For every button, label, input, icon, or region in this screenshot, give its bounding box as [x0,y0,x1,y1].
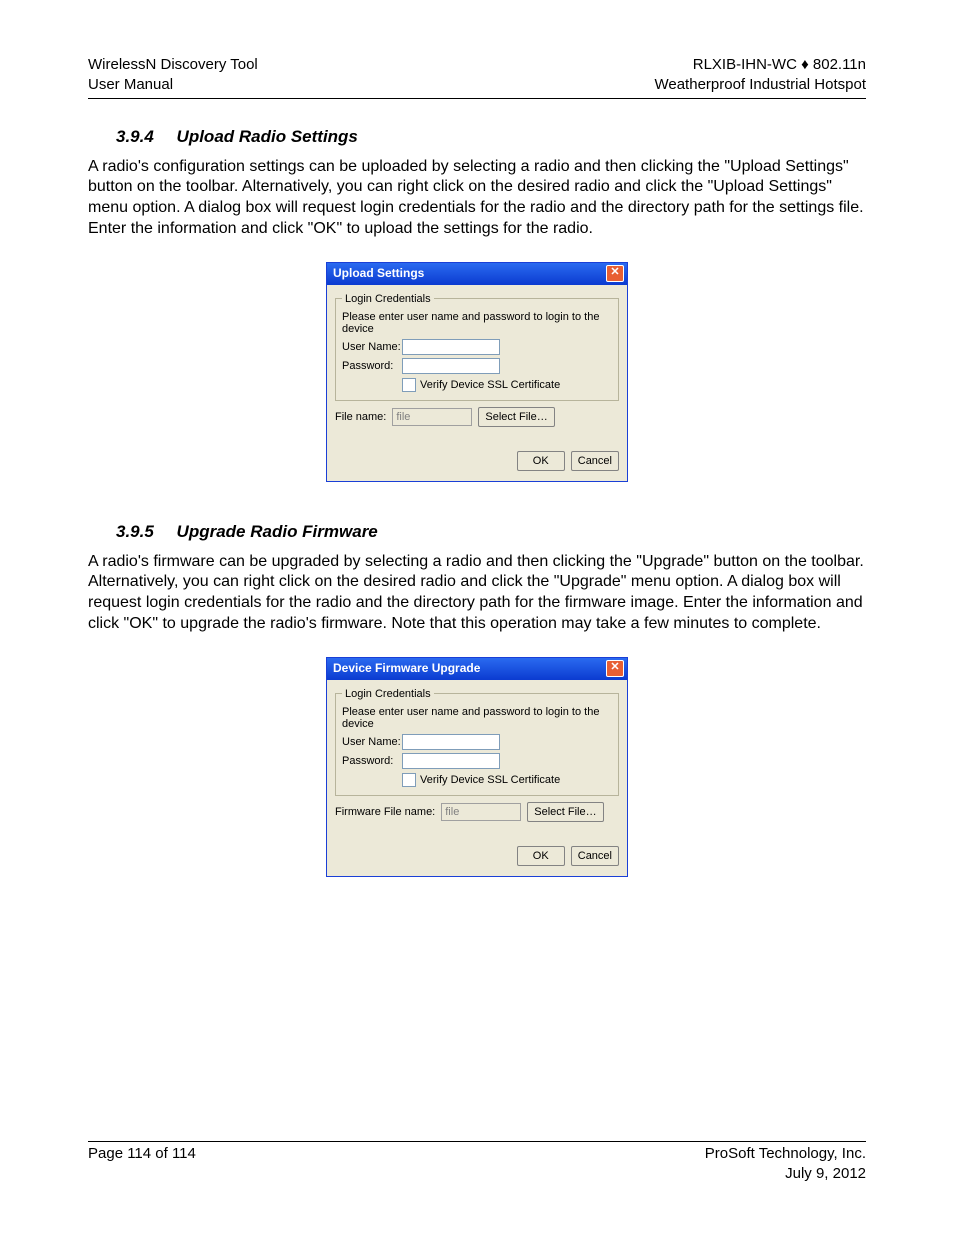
footer-company: ProSoft Technology, Inc. [705,1144,866,1164]
footer-page: Page 114 of 114 [88,1144,196,1185]
upload-settings-dialog: Upload Settings ✕ Login Credentials Plea… [326,262,628,482]
section-title: Upload Radio Settings [177,127,358,146]
login-credentials-group: Login Credentials Please enter user name… [335,293,619,401]
footer-right: ProSoft Technology, Inc. July 9, 2012 [705,1144,866,1185]
dialog-titlebar: Device Firmware Upgrade ✕ [327,658,627,680]
header-right-line2: Weatherproof Industrial Hotspot [654,75,866,95]
firmware-upgrade-dialog: Device Firmware Upgrade ✕ Login Credenti… [326,657,628,877]
header-left-line1: WirelessN Discovery Tool [88,55,258,75]
username-input[interactable] [402,339,500,355]
close-icon[interactable]: ✕ [606,660,624,677]
page-footer: Page 114 of 114 ProSoft Technology, Inc.… [88,1142,866,1185]
section-body-upload: A radio's configuration settings can be … [88,157,866,240]
password-input[interactable] [402,753,500,769]
section-heading-upload: 3.9.4 Upload Radio Settings [88,127,866,147]
file-name-input[interactable]: file [392,408,472,426]
dialog-title: Device Firmware Upgrade [333,661,480,675]
select-file-button[interactable]: Select File… [527,802,603,822]
password-input[interactable] [402,358,500,374]
ok-button[interactable]: OK [517,451,565,471]
login-legend: Login Credentials [342,688,434,700]
section-number: 3.9.5 [116,522,154,542]
section-heading-upgrade: 3.9.5 Upgrade Radio Firmware [88,522,866,542]
section-title: Upgrade Radio Firmware [177,522,378,541]
login-credentials-group: Login Credentials Please enter user name… [335,688,619,796]
header-left: WirelessN Discovery Tool User Manual [88,55,258,96]
section-body-upgrade: A radio's firmware can be upgraded by se… [88,552,866,635]
verify-ssl-checkbox[interactable] [402,773,416,787]
select-file-button[interactable]: Select File… [478,407,554,427]
cancel-button[interactable]: Cancel [571,451,619,471]
file-name-label: File name: [335,411,386,423]
header-right-line1: RLXIB-IHN-WC ♦ 802.11n [654,55,866,75]
firmware-file-input[interactable]: file [441,803,521,821]
footer-date: July 9, 2012 [705,1164,866,1184]
close-icon[interactable]: ✕ [606,265,624,282]
verify-ssl-label: Verify Device SSL Certificate [420,774,560,786]
header-left-line2: User Manual [88,75,258,95]
username-input[interactable] [402,734,500,750]
ok-button[interactable]: OK [517,846,565,866]
page-header: WirelessN Discovery Tool User Manual RLX… [88,55,866,99]
cancel-button[interactable]: Cancel [571,846,619,866]
verify-ssl-label: Verify Device SSL Certificate [420,379,560,391]
dialog-title: Upload Settings [333,266,424,280]
firmware-file-label: Firmware File name: [335,806,435,818]
verify-ssl-checkbox[interactable] [402,378,416,392]
password-label: Password: [342,755,402,767]
login-legend: Login Credentials [342,293,434,305]
login-instruction: Please enter user name and password to l… [342,706,612,730]
username-label: User Name: [342,736,402,748]
header-right: RLXIB-IHN-WC ♦ 802.11n Weatherproof Indu… [654,55,866,96]
password-label: Password: [342,360,402,372]
dialog-titlebar: Upload Settings ✕ [327,263,627,285]
document-page: WirelessN Discovery Tool User Manual RLX… [0,0,954,1224]
username-label: User Name: [342,341,402,353]
section-number: 3.9.4 [116,127,154,147]
login-instruction: Please enter user name and password to l… [342,311,612,335]
